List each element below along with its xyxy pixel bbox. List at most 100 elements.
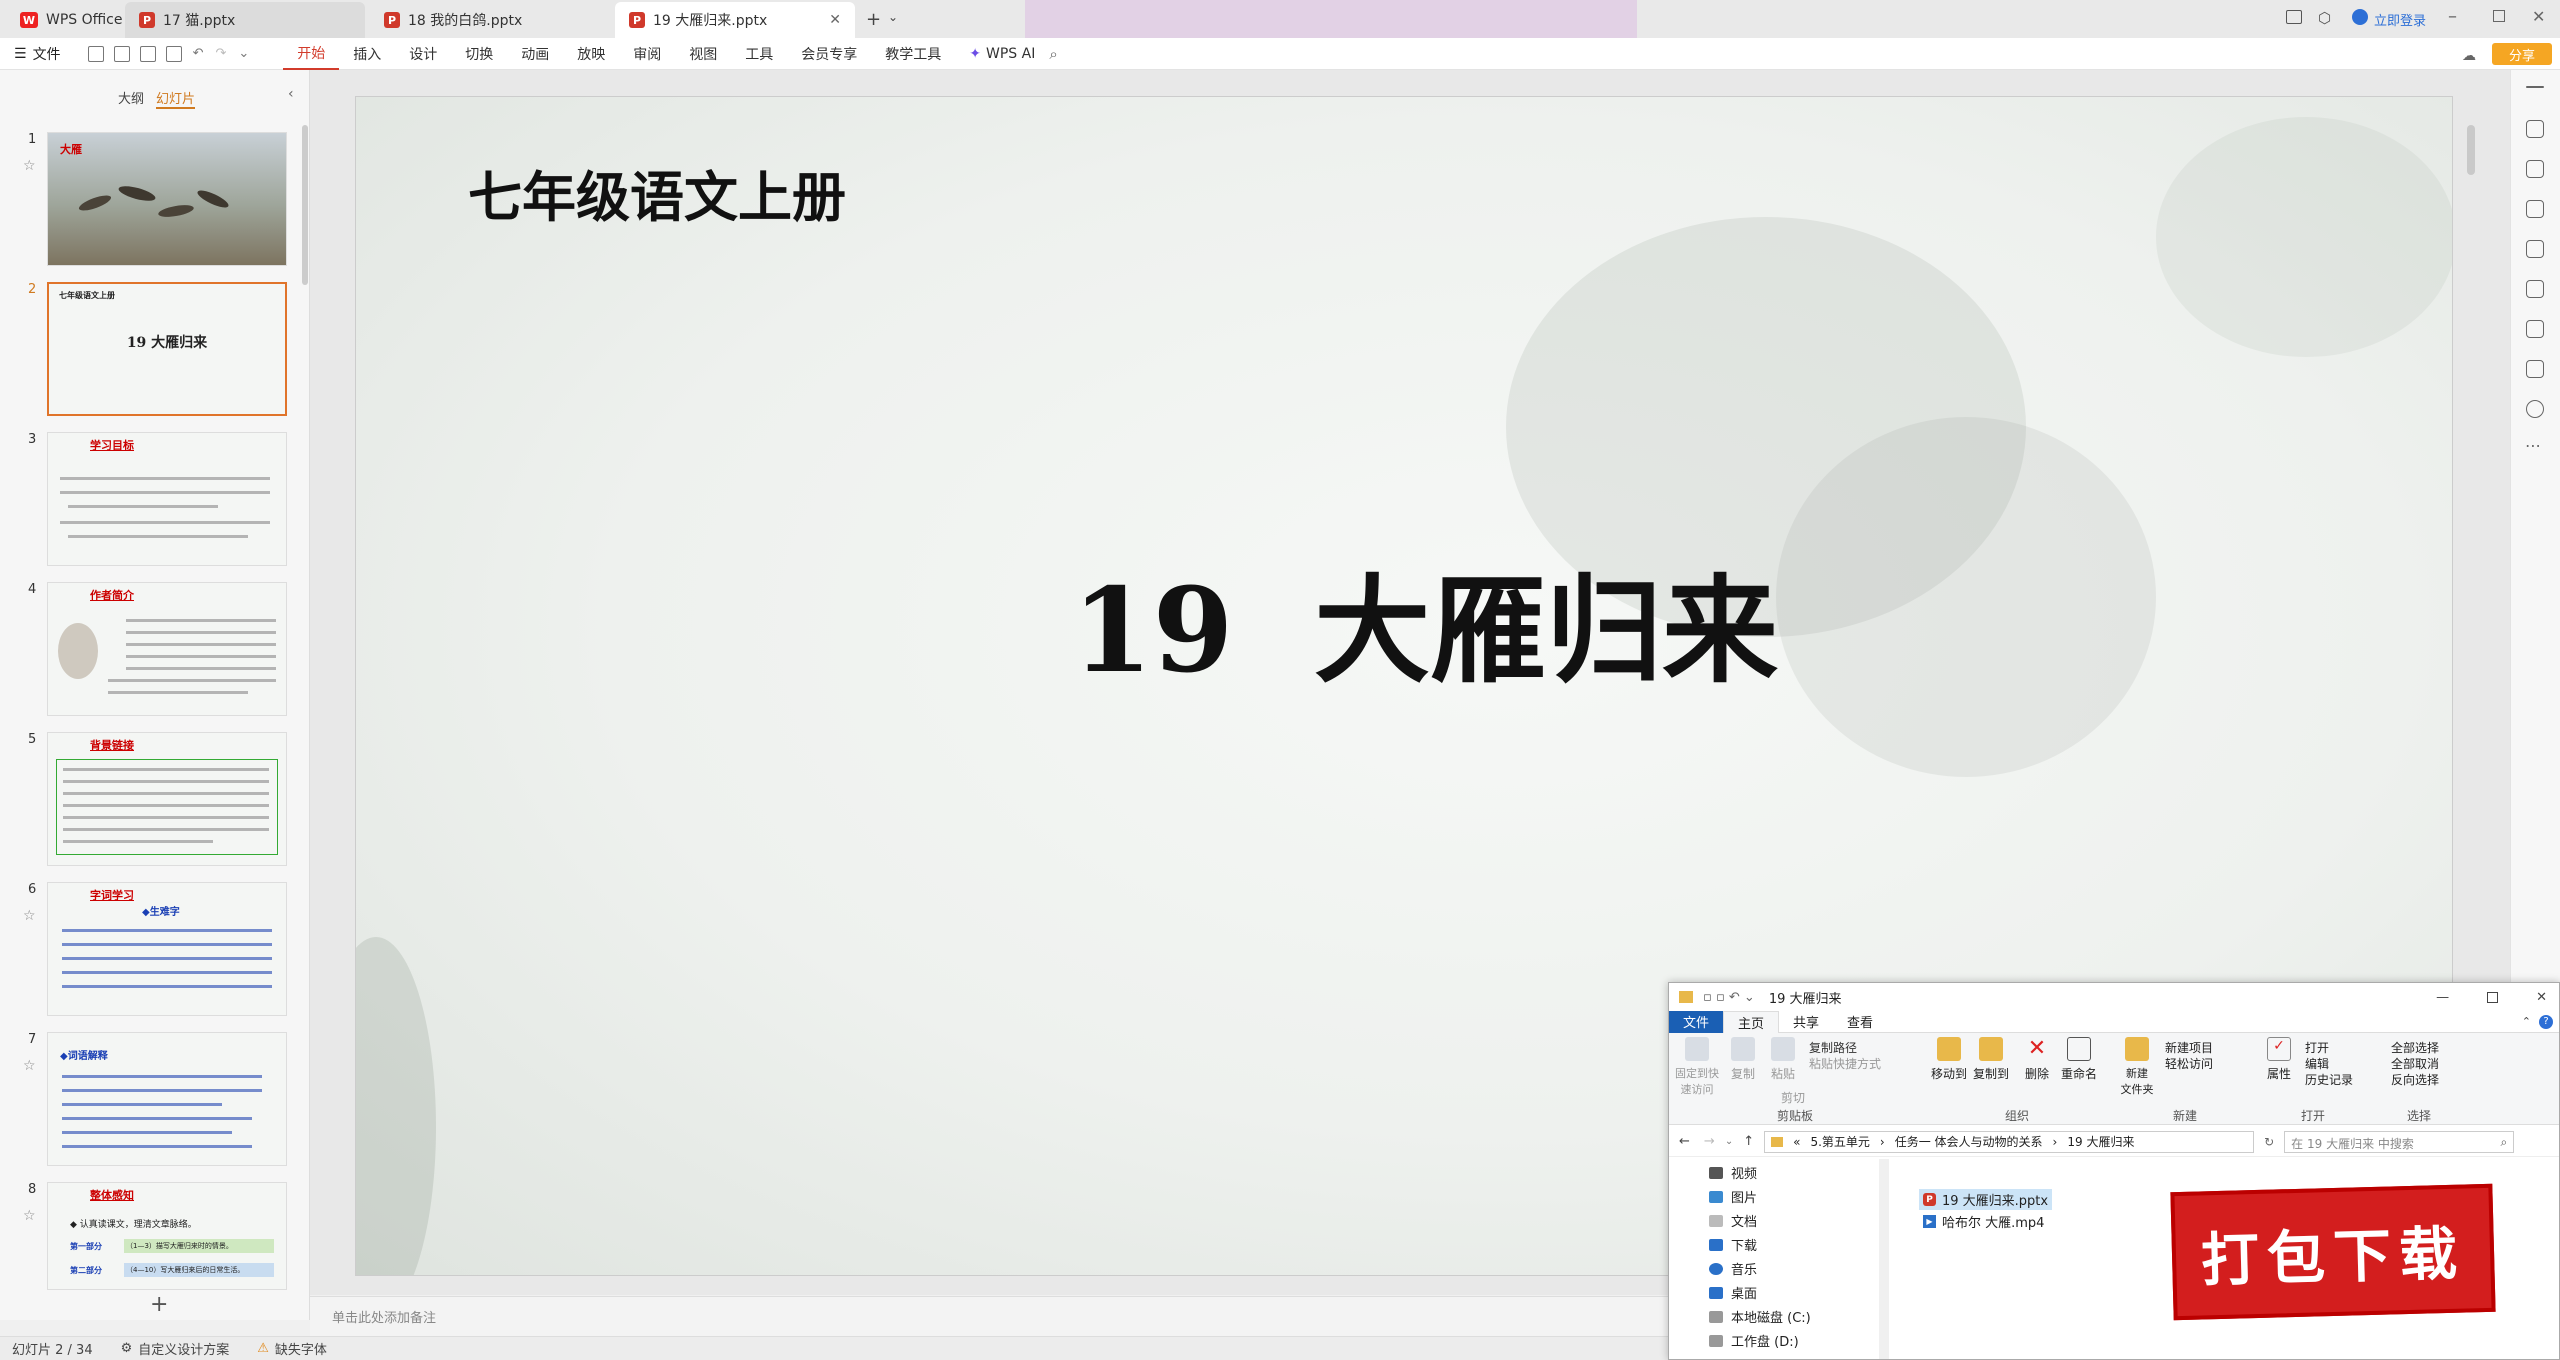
edit-button[interactable]: 编辑 (2305, 1055, 2329, 1072)
tab-view[interactable]: 查看 (1833, 1011, 1887, 1033)
nav-item-documents[interactable]: 文档 (1709, 1211, 1757, 1230)
new-tab-plus-icon[interactable]: + (866, 9, 881, 30)
copy-path-button[interactable]: 复制路径 (1809, 1039, 1857, 1056)
help-icon[interactable]: ? (2539, 1014, 2553, 1029)
missing-font-button[interactable]: ⚠ 缺失字体 (257, 1339, 327, 1358)
menu-tools[interactable]: 工具 (731, 38, 787, 70)
download-promo-banner[interactable]: 打包下载 (2164, 1178, 2504, 1326)
file-menu[interactable]: ☰ 文件 (14, 44, 61, 64)
export-pdf-icon[interactable] (113, 45, 130, 62)
slide-thumbnail-3[interactable]: 学习目标 (47, 432, 287, 566)
editor-scrollbar-thumb[interactable] (2467, 125, 2475, 175)
help-icon[interactable] (2526, 400, 2544, 418)
design-scheme-button[interactable]: ⚙ 自定义设计方案 (121, 1339, 230, 1358)
menu-slideshow[interactable]: 放映 (563, 38, 619, 70)
share-button[interactable]: 分享 (2492, 43, 2552, 65)
menu-review[interactable]: 审阅 (619, 38, 675, 70)
star-icon[interactable]: ☆ (23, 158, 36, 174)
nav-item-videos[interactable]: 视频 (1709, 1163, 1757, 1182)
delete-button[interactable]: ✕ 删除 (2019, 1037, 2055, 1082)
slide-thumbnail-1[interactable]: 大雁 (47, 132, 287, 266)
undo-icon[interactable]: ↶ (193, 46, 204, 61)
menu-home[interactable]: 开始 (283, 38, 340, 70)
easy-access-button[interactable]: 轻松访问 (2165, 1055, 2213, 1072)
cut-button[interactable]: 剪切 (1781, 1089, 1805, 1106)
history-button[interactable]: 历史记录 (2305, 1071, 2353, 1088)
nav-item-drive-c[interactable]: 本地磁盘 (C:) (1709, 1307, 1811, 1326)
chevron-down-icon[interactable]: ⌄ (888, 10, 898, 24)
menu-insert[interactable]: 插入 (339, 38, 395, 70)
maximize-icon[interactable] (2493, 10, 2505, 22)
cube-icon[interactable]: ⬡ (2318, 9, 2331, 27)
nav-item-drive-d[interactable]: 工作盘 (D:) (1709, 1331, 1799, 1350)
menu-member[interactable]: 会员专享 (787, 38, 871, 70)
rename-button[interactable]: 重命名 (2057, 1037, 2101, 1082)
share-icon[interactable] (2526, 360, 2544, 378)
print-preview-icon[interactable] (165, 45, 182, 62)
maximize-icon[interactable] (2487, 991, 2499, 1003)
tab-wps-office[interactable]: W WPS Office (6, 2, 137, 38)
tab-doc-18[interactable]: P 18 我的白鸽.pptx (370, 2, 610, 38)
back-arrow-icon[interactable]: ← (1679, 1134, 1690, 1149)
minus-icon[interactable] (2526, 86, 2544, 88)
menu-animation[interactable]: 动画 (507, 38, 563, 70)
window-layout-icon[interactable] (2286, 10, 2302, 24)
collapse-panel-icon[interactable]: ‹ (288, 86, 294, 102)
redo-icon[interactable]: ↷ (215, 46, 226, 61)
tab-slides[interactable]: 幻灯片 (156, 88, 196, 109)
add-slide-button[interactable]: + (150, 1292, 168, 1317)
star-icon[interactable]: ☆ (23, 1058, 36, 1074)
new-folder-button[interactable]: 新建 文件夹 (2115, 1037, 2159, 1097)
settings-sliders-icon[interactable] (2526, 120, 2544, 138)
close-icon[interactable]: ✕ (2536, 990, 2547, 1005)
cloud-sync-icon[interactable]: ☁ (2462, 48, 2476, 64)
recent-chevron-icon[interactable]: ⌄ (1725, 1136, 1733, 1147)
image-icon[interactable] (2526, 240, 2544, 258)
pin-button[interactable]: 固定到快 速访问 (1675, 1037, 1719, 1097)
tab-doc-17[interactable]: P 17 猫.pptx (125, 2, 365, 38)
tab-home[interactable]: 主页 (1723, 1010, 1780, 1033)
star-icon[interactable] (2526, 160, 2544, 178)
star-icon[interactable]: ☆ (23, 1208, 36, 1224)
breadcrumb-item[interactable]: 19 大雁归来 (2067, 1133, 2134, 1150)
slide-thumbnail-6[interactable]: 字词学习 ◆生难字 (47, 882, 287, 1016)
search-box[interactable]: 在 19 大雁归来 中搜索 ⌕ (2284, 1130, 2515, 1153)
move-to-button[interactable]: 移动到 (1929, 1037, 1969, 1082)
login-link[interactable]: 立即登录 (2374, 10, 2426, 29)
search-icon[interactable]: ⌕ (1049, 45, 1057, 63)
menu-design[interactable]: 设计 (395, 38, 451, 70)
more-chevron-icon[interactable]: ⌄ (238, 46, 249, 61)
slide-header[interactable]: 七年级语文上册 (468, 153, 846, 232)
tab-doc-19[interactable]: P 19 大雁归来.pptx ✕ (615, 2, 855, 38)
tab-share[interactable]: 共享 (1779, 1011, 1833, 1033)
nav-item-pictures[interactable]: 图片 (1709, 1187, 1757, 1206)
book-icon[interactable] (2526, 320, 2544, 338)
paste-button[interactable]: 粘贴 (1765, 1037, 1801, 1082)
up-arrow-icon[interactable]: ↑ (1743, 1134, 1754, 1149)
slide-thumbnail-8[interactable]: 整体感知 ◆ 认真读课文，理清文章脉络。 第一部分 （1—3）描写大雁归来时的情… (47, 1182, 287, 1290)
invert-selection-button[interactable]: 反向选择 (2391, 1071, 2439, 1088)
magic-wand-icon[interactable] (2526, 280, 2544, 298)
nav-scrollbar[interactable] (1879, 1159, 1889, 1359)
quick-access-icons[interactable]: ▫ ▫ ↶ ⌄ (1703, 990, 1755, 1005)
nav-item-downloads[interactable]: 下载 (1709, 1235, 1757, 1254)
address-bar[interactable]: « 5.第五单元 › 任务一 体会人与动物的关系 › 19 大雁归来 (1764, 1130, 2255, 1153)
nav-item-desktop[interactable]: 桌面 (1709, 1283, 1757, 1302)
print-icon[interactable] (139, 45, 156, 62)
refresh-icon[interactable]: ↻ (2264, 1135, 2274, 1149)
collapse-ribbon-icon[interactable]: ⌃ (2522, 1015, 2531, 1028)
select-none-button[interactable]: 全部取消 (2391, 1055, 2439, 1072)
breadcrumb-item[interactable]: 5.第五单元 (1810, 1133, 1869, 1150)
select-all-button[interactable]: 全部选择 (2391, 1039, 2439, 1056)
properties-button[interactable]: ✓ 属性 (2261, 1037, 2297, 1082)
minimize-icon[interactable]: — (2436, 990, 2449, 1005)
slide-thumbnail-7[interactable]: ◆词语解释 (47, 1032, 287, 1166)
star-icon[interactable]: ☆ (23, 908, 36, 924)
copy-button[interactable]: 复制 (1725, 1037, 1761, 1082)
slide-thumbnail-4[interactable]: 作者简介 (47, 582, 287, 716)
slide-thumbnail-5[interactable]: 背景链接 (47, 732, 287, 866)
close-icon[interactable]: ✕ (829, 12, 841, 28)
breadcrumb-item[interactable]: 任务一 体会人与动物的关系 (1895, 1133, 2043, 1150)
file-item-mp4[interactable]: ▶ 哈布尔 大雁.mp4 (1919, 1211, 2048, 1232)
nav-item-music[interactable]: 音乐 (1709, 1259, 1757, 1278)
